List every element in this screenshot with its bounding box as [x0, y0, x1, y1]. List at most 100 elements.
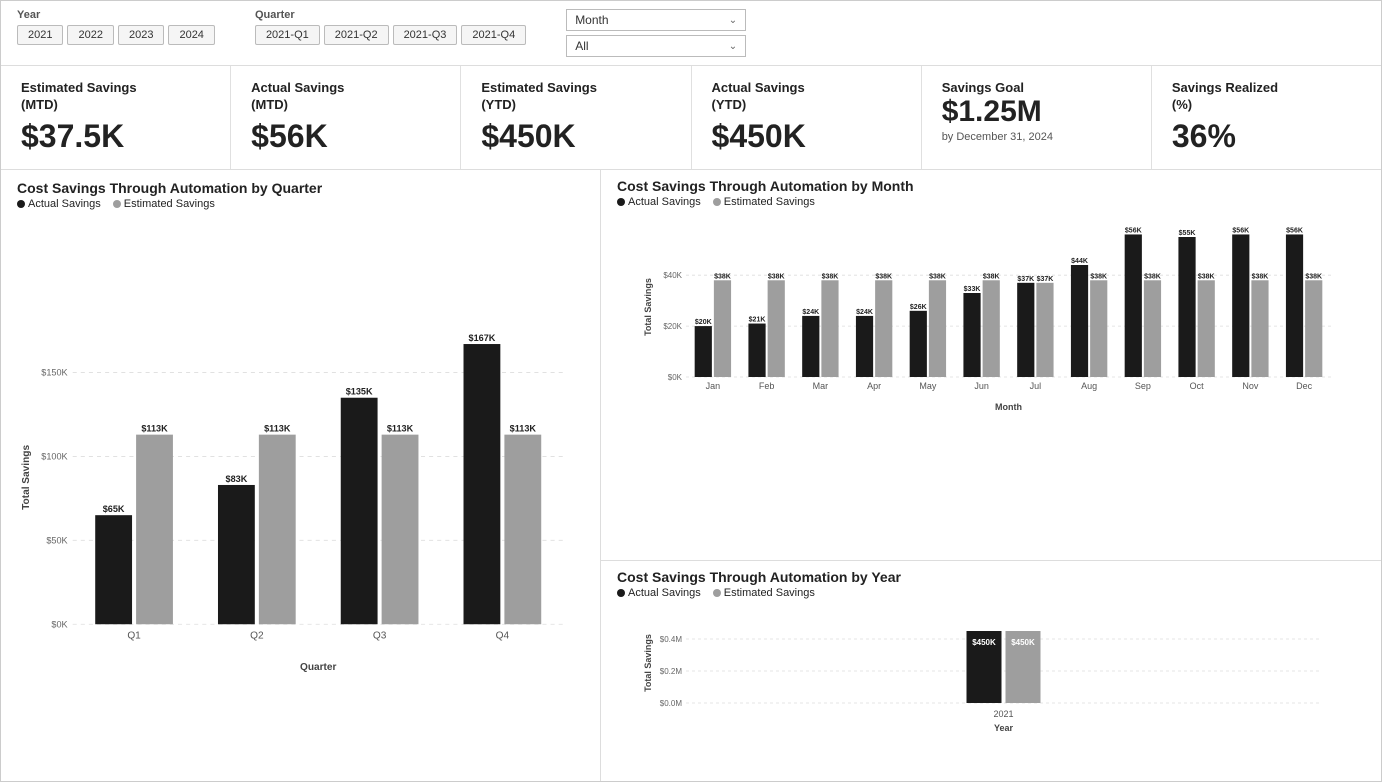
kpi-actual-mtd-title: Actual Savings(MTD)	[251, 80, 344, 114]
month-chart-svg: $0K$20K$40KTotal SavingsMonth$20K$38KJan…	[617, 212, 1365, 412]
svg-text:$150K: $150K	[41, 367, 67, 377]
quarter-btn-q2[interactable]: 2021-Q2	[324, 25, 389, 45]
kpi-estimated-mtd-title: Estimated Savings(MTD)	[21, 80, 137, 114]
kpi-estimated-ytd-value: $450K	[481, 118, 575, 155]
chart-quarter-svg-wrapper: $0K$50K$100K$150KTotal SavingsQuarter$65…	[17, 214, 584, 771]
svg-text:$0K: $0K	[668, 373, 683, 382]
year-btn-2021[interactable]: 2021	[17, 25, 63, 45]
month-dropdown-selected[interactable]: All ⌄	[566, 35, 746, 57]
svg-text:$26K: $26K	[910, 304, 927, 311]
month-label: Month	[575, 13, 608, 27]
chart-quarter-title: Cost Savings Through Automation by Quart…	[17, 180, 584, 196]
kpi-estimated-mtd-value: $37.5K	[21, 118, 124, 155]
legend-estimated-label-year: Estimated Savings	[724, 587, 815, 599]
svg-text:Quarter: Quarter	[300, 662, 337, 673]
chart-month-section: Cost Savings Through Automation by Month…	[601, 170, 1381, 561]
quarter-chart-svg: $0K$50K$100K$150KTotal SavingsQuarter$65…	[17, 214, 584, 771]
year-filter-label: Year	[17, 9, 215, 21]
svg-text:Sep: Sep	[1135, 381, 1151, 391]
quarter-btn-q4[interactable]: 2021-Q4	[461, 25, 526, 45]
svg-text:$24K: $24K	[802, 309, 819, 316]
legend-estimated-label-month: Estimated Savings	[724, 196, 815, 208]
legend-actual-year: Actual Savings	[617, 587, 701, 599]
legend-estimated-dot-month	[713, 198, 721, 206]
kpi-estimated-ytd-title: Estimated Savings(YTD)	[481, 80, 597, 114]
kpi-estimated-ytd: Estimated Savings(YTD) $450K	[461, 66, 691, 169]
chart-quarter-legend: Actual Savings Estimated Savings	[17, 198, 584, 210]
chevron-down-icon-2: ⌄	[729, 41, 737, 52]
month-selected-value: All	[575, 39, 588, 53]
kpi-savings-goal-value: $1.25M	[942, 95, 1042, 129]
svg-text:$33K: $33K	[964, 286, 981, 293]
kpi-savings-goal-subtitle: by December 31, 2024	[942, 131, 1053, 143]
svg-text:$38K: $38K	[822, 273, 839, 280]
year-btn-2024[interactable]: 2024	[168, 25, 214, 45]
svg-text:$40K: $40K	[663, 271, 682, 280]
year-filter-group: Year 2021 2022 2023 2024	[17, 9, 215, 45]
svg-text:$113K: $113K	[510, 423, 537, 433]
dashboard: Year 2021 2022 2023 2024 Quarter 2021-Q1…	[0, 0, 1382, 782]
legend-estimated-month: Estimated Savings	[713, 196, 815, 208]
svg-text:$37K: $37K	[1037, 276, 1054, 283]
svg-text:Mar: Mar	[813, 381, 829, 391]
filter-bar: Year 2021 2022 2023 2024 Quarter 2021-Q1…	[1, 1, 1381, 66]
kpi-actual-ytd-title: Actual Savings(YTD)	[712, 80, 805, 114]
svg-text:$113K: $113K	[141, 423, 168, 433]
svg-text:$0.0M: $0.0M	[660, 699, 683, 708]
svg-text:$38K: $38K	[929, 273, 946, 280]
svg-text:May: May	[919, 381, 937, 391]
chart-right-panel: Cost Savings Through Automation by Month…	[601, 170, 1381, 781]
svg-text:Dec: Dec	[1296, 381, 1313, 391]
legend-estimated-year: Estimated Savings	[713, 587, 815, 599]
chart-month-title: Cost Savings Through Automation by Month	[617, 178, 1365, 194]
legend-actual-dot-quarter	[17, 200, 25, 208]
svg-text:Jul: Jul	[1030, 381, 1042, 391]
svg-text:$24K: $24K	[856, 309, 873, 316]
quarter-btn-q3[interactable]: 2021-Q3	[393, 25, 458, 45]
svg-text:$0.4M: $0.4M	[660, 635, 683, 644]
svg-text:$38K: $38K	[1090, 273, 1107, 280]
kpi-savings-realized-title: Savings Realized(%)	[1172, 80, 1278, 114]
kpi-row: Estimated Savings(MTD) $37.5K Actual Sav…	[1, 66, 1381, 170]
svg-text:$56K: $56K	[1286, 227, 1303, 234]
svg-text:$113K: $113K	[264, 423, 291, 433]
svg-text:$450K: $450K	[1011, 638, 1035, 647]
legend-actual-dot-month	[617, 198, 625, 206]
month-dropdown-top[interactable]: Month ⌄	[566, 9, 746, 31]
chart-month-legend: Actual Savings Estimated Savings	[617, 196, 1365, 208]
svg-text:$20K: $20K	[695, 319, 712, 326]
kpi-savings-goal-title: Savings Goal	[942, 80, 1024, 95]
svg-text:Total Savings: Total Savings	[643, 278, 653, 336]
year-btn-2022[interactable]: 2022	[67, 25, 113, 45]
svg-text:$38K: $38K	[1252, 273, 1269, 280]
svg-text:Nov: Nov	[1242, 381, 1259, 391]
svg-text:$100K: $100K	[41, 451, 67, 461]
kpi-estimated-mtd: Estimated Savings(MTD) $37.5K	[1, 66, 231, 169]
year-chart-svg: $0.0M$0.2M$0.4MTotal SavingsYear$450K$45…	[617, 603, 1365, 733]
svg-text:2021: 2021	[993, 709, 1013, 719]
chart-year-title: Cost Savings Through Automation by Year	[617, 569, 1365, 585]
year-btn-2023[interactable]: 2023	[118, 25, 164, 45]
svg-text:$50K: $50K	[46, 535, 67, 545]
legend-actual-dot-year	[617, 589, 625, 597]
svg-text:$38K: $38K	[714, 273, 731, 280]
svg-text:Month: Month	[995, 402, 1022, 412]
svg-text:Aug: Aug	[1081, 381, 1097, 391]
kpi-savings-realized: Savings Realized(%) 36%	[1152, 66, 1381, 169]
svg-text:Total Savings: Total Savings	[643, 634, 653, 692]
kpi-actual-ytd: Actual Savings(YTD) $450K	[692, 66, 922, 169]
legend-actual-label-year: Actual Savings	[628, 587, 701, 599]
chart-year-svg-wrapper: $0.0M$0.2M$0.4MTotal SavingsYear$450K$45…	[617, 603, 1365, 733]
legend-estimated-label-quarter: Estimated Savings	[124, 198, 215, 210]
kpi-savings-goal: Savings Goal $1.25M by December 31, 2024	[922, 66, 1152, 169]
svg-text:$450K: $450K	[972, 638, 996, 647]
year-filter-buttons: 2021 2022 2023 2024	[17, 25, 215, 45]
kpi-actual-ytd-value: $450K	[712, 118, 806, 155]
legend-estimated-quarter: Estimated Savings	[113, 198, 215, 210]
kpi-actual-mtd: Actual Savings(MTD) $56K	[231, 66, 461, 169]
svg-text:Q2: Q2	[250, 630, 264, 641]
legend-actual-quarter: Actual Savings	[17, 198, 101, 210]
quarter-btn-q1[interactable]: 2021-Q1	[255, 25, 320, 45]
svg-text:$167K: $167K	[469, 333, 496, 343]
svg-text:$37K: $37K	[1017, 276, 1034, 283]
